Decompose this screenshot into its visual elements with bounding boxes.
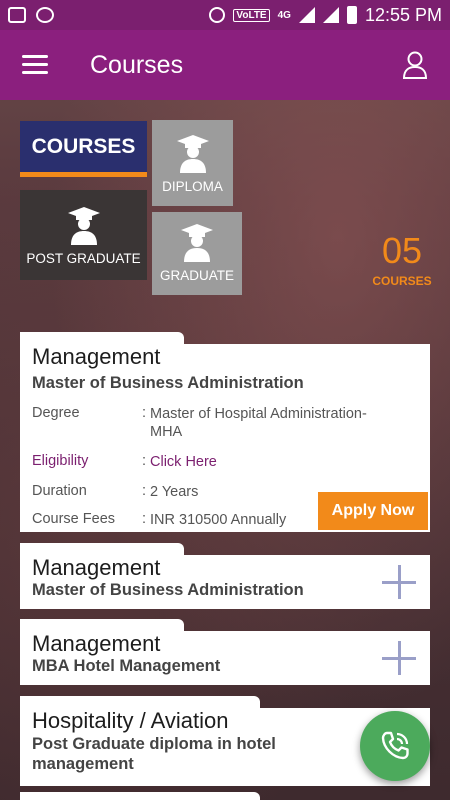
duration-label: Duration	[32, 483, 87, 499]
expand-plus-icon[interactable]	[382, 641, 416, 675]
fees-label: Course Fees	[32, 511, 116, 527]
signal-icon	[298, 7, 315, 23]
degree-label: Degree	[32, 405, 80, 421]
course-card[interactable]: Management Master of Business Administra…	[20, 332, 430, 532]
signal-icon-2	[322, 7, 339, 23]
page-title: Courses	[90, 50, 184, 79]
app-bar: Courses	[0, 30, 450, 100]
graduate-icon	[181, 224, 213, 262]
course-count: 05 COURSES	[370, 230, 434, 288]
user-icon[interactable]	[402, 51, 428, 79]
network-type: 4G	[277, 9, 291, 21]
graduate-icon	[67, 207, 100, 245]
degree-row: Degree : Master of Hospital Administrati…	[32, 405, 395, 441]
eligibility-row: Eligibility : Click Here	[32, 453, 395, 471]
apply-now-button[interactable]: Apply Now	[318, 492, 428, 530]
degree-value: Master of Hospital Administration-MHA	[150, 406, 367, 440]
tile-graduate-label: GRADUATE	[159, 268, 234, 283]
volte-badge: VoLTE	[233, 8, 270, 22]
course-name: Master of Business Administration	[32, 581, 304, 599]
phone-icon	[381, 731, 409, 760]
image-icon	[8, 7, 26, 23]
course-name: Post Graduate diploma in hotel managemen…	[32, 735, 276, 773]
tile-courses-label: COURSES	[31, 134, 136, 158]
graduate-icon	[176, 135, 209, 173]
course-category: Management	[32, 555, 161, 580]
course-name: MBA Hotel Management	[32, 657, 221, 675]
call-button[interactable]	[360, 711, 430, 781]
tile-post-graduate[interactable]: POST GRADUATE	[20, 190, 147, 280]
shield-icon	[36, 7, 54, 23]
tile-diploma[interactable]: DIPLOMA	[152, 120, 233, 206]
battery-icon	[346, 6, 357, 24]
course-category: Management	[32, 631, 161, 656]
alarm-icon	[209, 7, 226, 23]
eligibility-label: Eligibility	[32, 453, 89, 469]
tile-graduate[interactable]: GRADUATE	[152, 212, 242, 295]
course-card-partial[interactable]	[20, 792, 430, 800]
course-card[interactable]: Management Master of Business Administra…	[20, 543, 430, 609]
course-count-label: COURSES	[372, 274, 432, 288]
menu-icon[interactable]	[22, 55, 48, 75]
status-bar: VoLTE 4G 12:55 PM	[0, 0, 450, 30]
eligibility-link[interactable]: Click Here	[150, 453, 395, 471]
expand-plus-icon[interactable]	[382, 565, 416, 599]
course-count-number: 05	[381, 230, 423, 271]
tile-post-graduate-label: POST GRADUATE	[26, 251, 141, 266]
clock: 12:55 PM	[364, 4, 442, 25]
tile-courses[interactable]: COURSES	[20, 121, 147, 177]
course-card[interactable]: Management MBA Hotel Management	[20, 619, 430, 685]
course-name: Master of Business Administration	[32, 374, 304, 392]
tile-diploma-label: DIPLOMA	[162, 179, 223, 194]
course-category: Management	[32, 344, 161, 369]
